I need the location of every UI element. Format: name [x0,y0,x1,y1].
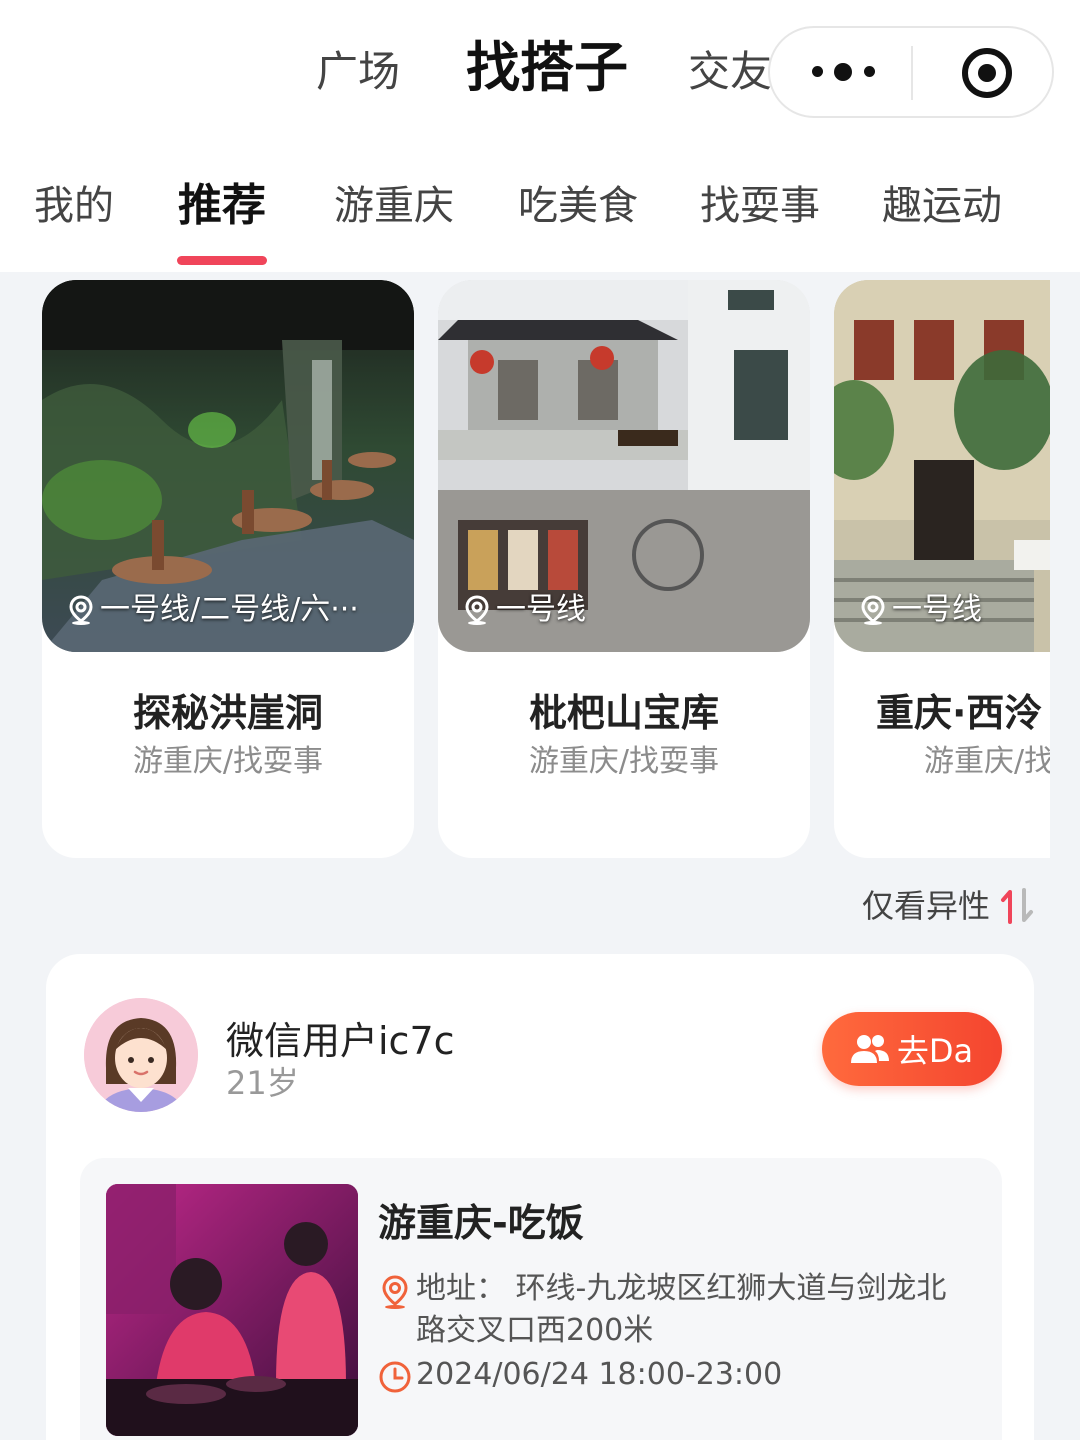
activity-time: 2024/06/24 18:00-23:00 [378,1354,976,1406]
close-target-icon[interactable] [960,46,1014,100]
activity-address: 地址： 环线-九龙坡区红狮大道与剑龙北路交叉口西200米 [378,1268,976,1352]
avatar[interactable] [84,998,198,1112]
opposite-sex-filter[interactable]: 仅看异性 [862,882,1036,930]
category-tab-tour[interactable]: 游重庆 [334,178,454,234]
category-tab-food[interactable]: 吃美食 [518,178,638,234]
location-text: 一号线 [892,592,982,627]
more-menu-button[interactable] [810,28,910,116]
place-card[interactable]: 一号线/二号线/六··· 探秘洪崖洞 游重庆/找耍事 [42,280,414,858]
activity-time-text: 2024/06/24 18:00-23:00 [416,1357,783,1392]
join-button-label: 去Da [896,1032,974,1070]
user-age: 21岁 [226,1064,299,1102]
subway-location: 一号线 [856,586,982,634]
category-tab-fun[interactable]: 找耍事 [700,178,820,234]
filter-label: 仅看异性 [862,887,991,925]
subway-location: 一号线/二号线/六··· [64,586,359,634]
clock-icon [379,1361,411,1393]
category-tab-recommend[interactable]: 推荐 [178,178,266,234]
place-tags: 游重庆/找耍事 [132,744,324,779]
place-card[interactable]: 一号线 枇杷山宝库 游重庆/找耍事 [438,280,810,858]
more-dot-icon [864,66,875,77]
place-tags: 游重庆/找 [924,744,1050,779]
username: 微信用户ic7c [226,1019,455,1063]
category-tab-mine[interactable]: 我的 [34,178,114,234]
more-dot-icon [812,66,823,77]
place-card[interactable]: 一号线 重庆·西泠 游重庆/找 [834,280,1050,858]
join-button[interactable]: 去Da [822,1012,1002,1086]
activity-detail[interactable]: 游重庆-吃饭 地址： 环线-九龙坡区红狮大道与剑龙北路交叉口西200米 2024… [80,1158,1002,1440]
activity-title: 游重庆-吃饭 [378,1201,584,1245]
location-text: 一号线 [496,592,586,627]
partner-post-card[interactable]: 微信用户ic7c 21岁 去Da 游重庆-吃饭 地址： 环线-九龙坡区红狮大道与… [46,954,1034,1440]
more-dot-icon [834,63,852,81]
subway-location: 一号线 [460,586,586,634]
top-tab-find-partner[interactable]: 找搭子 [466,38,628,98]
mini-program-capsule [768,26,1054,118]
active-tab-indicator [177,256,267,265]
top-tab-square[interactable]: 广场 [316,42,400,102]
place-title: 重庆·西泠 [876,691,1043,735]
activity-photo [106,1184,358,1436]
recommend-carousel[interactable]: 一号线/二号线/六··· 探秘洪崖洞 游重庆/找耍事 一号线 枇杷山宝库 游重庆… [0,280,1050,860]
location-pin-icon [465,595,489,625]
location-pin-icon [861,595,885,625]
category-tab-sports[interactable]: 趣运动 [882,178,1002,234]
activity-address-text: 地址： 环线-九龙坡区红狮大道与剑龙北路交叉口西200米 [416,1271,947,1348]
sort-arrows-icon [1001,888,1034,924]
location-text: 一号线/二号线/六··· [100,592,359,627]
header: 广场 找搭子 交友 我的 推荐 游重庆 吃美食 找耍事 趣运动 [0,0,1080,272]
group-people-icon [850,1035,889,1063]
place-title: 枇杷山宝库 [528,691,719,735]
location-pin-icon [69,595,93,625]
place-tags: 游重庆/找耍事 [528,744,720,779]
place-title: 探秘洪崖洞 [132,691,323,735]
capsule-divider [911,46,913,100]
top-tab-friends[interactable]: 交友 [688,42,772,102]
location-pin-icon [382,1275,408,1309]
